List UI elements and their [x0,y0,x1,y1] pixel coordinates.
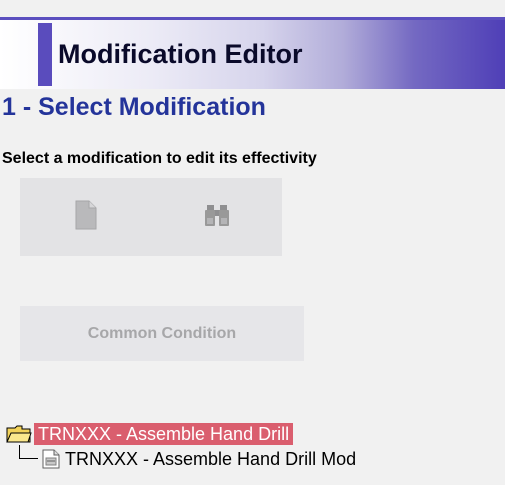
modification-editor-panel: Modification Editor 1 - Select Modificat… [0,0,505,485]
tree-root-item[interactable]: TRNXXX - Assemble Hand Drill [6,423,294,445]
modification-document-icon [42,449,60,469]
title-banner-top-border [0,17,505,20]
common-condition-button[interactable]: Common Condition [20,306,304,361]
new-document-icon [75,200,97,235]
new-modification-button[interactable] [20,178,151,256]
modification-toolbar [20,178,282,256]
find-modification-button[interactable] [151,178,282,256]
tree-child-item[interactable]: TRNXXX - Assemble Hand Drill Mod [42,448,356,470]
page-title: Modification Editor [58,39,303,69]
binoculars-icon [204,202,230,233]
tree-connector-vertical [19,445,20,459]
folder-icon [6,424,32,444]
tree-connector-horizontal [19,458,38,459]
tree-root-label[interactable]: TRNXXX - Assemble Hand Drill [34,423,294,445]
title-banner-marker [38,23,52,86]
section-title: 1 - Select Modification [2,93,266,121]
tree-child-label[interactable]: TRNXXX - Assemble Hand Drill Mod [65,448,356,470]
instruction-text: Select a modification to edit its effect… [2,150,317,167]
